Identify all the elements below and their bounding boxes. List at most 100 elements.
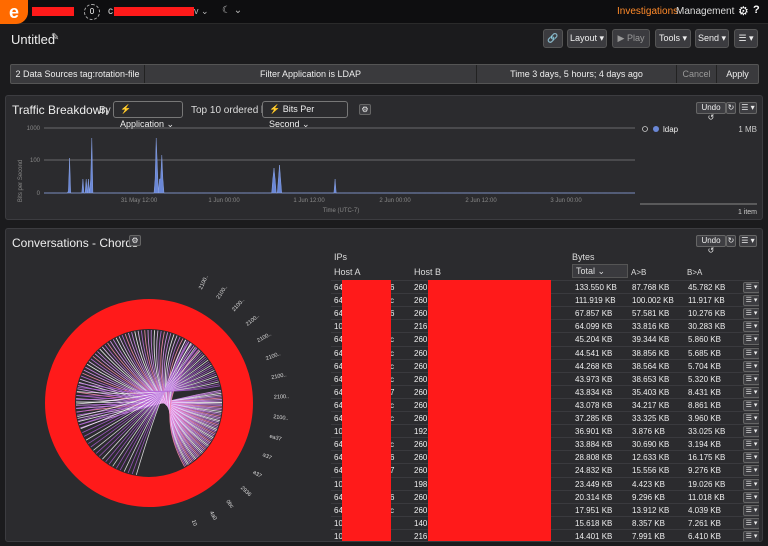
group-by-select[interactable]: ⚡ Application ⌄ [113,101,183,129]
panel-menu-button[interactable]: ☰ ▾ [739,235,757,247]
org-selector-label[interactable]: c [108,6,113,17]
row-menu-button[interactable]: ☰ ▾ [743,478,759,490]
link-button[interactable]: 🔗 [543,29,563,48]
b-to-a-header[interactable]: B>A [687,268,702,277]
chord-node-label[interactable]: 2100.. [265,351,282,362]
a-to-b-cell: 30.690 KB [632,440,670,450]
chord-node-label[interactable]: 2100.. [231,297,246,313]
chord-diagram: 2100..2100..2100..2100..2100..2100..2100… [45,274,290,527]
legend-value: 1 MB [738,125,757,134]
apply-button[interactable]: Apply [717,65,758,83]
order-by-select[interactable]: ⚡ Bits Per Second ⌄ [262,101,348,129]
help-icon[interactable]: ? [753,4,760,16]
widget-settings-gear-icon[interactable]: ⚙ [129,235,141,246]
row-menu-button[interactable]: ☰ ▾ [743,530,759,541]
total-header[interactable]: Total ⌄ [572,264,628,278]
time-filter[interactable]: Time 3 days, 5 hours; 4 days ago [477,65,677,83]
row-menu-button[interactable]: ☰ ▾ [743,439,759,451]
settings-gear-icon[interactable]: ⚙ [738,4,749,18]
total-cell: 43.078 KB [575,400,613,410]
nav-management[interactable]: Management ⌄ [676,6,746,17]
redacted-org-selector [114,7,194,16]
a-to-b-cell: 39.344 KB [632,335,670,345]
row-menu-button[interactable]: ☰ ▾ [743,308,759,320]
row-menu-button[interactable]: ☰ ▾ [743,426,759,438]
chord-node-label[interactable]: 2100.. [216,284,230,300]
total-cell: 23.449 KB [575,479,613,489]
chord-node-label[interactable]: 4a0 [208,510,218,521]
ldap-series-area [44,137,635,194]
b-to-a-cell: 16.175 KB [688,453,726,463]
row-menu-button[interactable]: ☰ ▾ [743,373,759,385]
chord-node-label[interactable]: 0bc [224,499,234,510]
edit-pencil-icon[interactable]: ✎ [51,32,59,43]
chord-node-label[interactable]: 2100.. [198,274,210,291]
a-to-b-cell: 38.856 KB [632,348,670,358]
refresh-icon[interactable]: ↻ [726,102,736,114]
widget-settings-gear-icon[interactable]: ⚙ [359,104,371,115]
host-b-cell: 198 [414,479,428,489]
chord-node-label[interactable]: 2100.. [271,372,288,381]
refresh-icon[interactable]: ↻ [726,235,736,247]
row-menu-button[interactable]: ☰ ▾ [743,413,759,424]
page-title[interactable]: Untitled [11,32,55,47]
chord-node-label[interactable]: 2100.. [256,331,273,344]
legend-label[interactable]: ldap [663,125,679,134]
b-to-a-cell: 19.026 KB [688,479,726,489]
row-menu-button[interactable]: ☰ ▾ [743,360,759,372]
tools-button[interactable]: Tools ▾ [655,29,691,48]
send-button[interactable]: Send ▾ [695,29,729,48]
layout-button[interactable]: Layout ▾ [567,29,607,48]
host-a-header[interactable]: Host A [334,267,361,277]
row-menu-button[interactable]: ☰ ▾ [743,282,759,293]
total-cell: 33.884 KB [575,440,613,450]
panel-menu-button[interactable]: ☰ ▾ [739,102,757,114]
a-to-b-header[interactable]: A>B [631,268,646,277]
app-logo[interactable]: e [0,0,28,24]
row-menu-button[interactable]: ☰ ▾ [743,334,759,346]
a-to-b-cell: 4.423 KB [632,479,665,489]
chord-node-label[interactable]: 2100.. [245,313,261,327]
row-menu-button[interactable]: ☰ ▾ [743,517,759,529]
row-menu-button[interactable]: ☰ ▾ [743,321,759,333]
ips-group-header: IPs [334,252,348,262]
theme-toggle[interactable]: ☾ ⌄ [222,5,242,16]
chord-node-label[interactable]: a37 [261,452,272,461]
legend-checkbox[interactable] [642,126,648,132]
chord-node-label[interactable]: a37 [251,470,262,480]
total-cell: 37.285 KB [575,414,613,423]
cancel-button[interactable]: Cancel [677,65,717,83]
application-filter[interactable]: Filter Application is LDAP [145,65,477,83]
total-cell: 44.541 KB [575,348,613,358]
org-selector-chevron[interactable]: v ⌄ [194,6,209,17]
a-to-b-cell: 34.217 KB [632,400,670,410]
a-to-b-cell: 9.296 KB [632,492,665,502]
row-menu-button[interactable]: ☰ ▾ [743,347,759,359]
chord-node-label[interactable]: 10 [190,519,198,527]
a-to-b-cell: 35.403 KB [632,387,670,397]
row-menu-button[interactable]: ☰ ▾ [743,504,759,516]
row-menu-button[interactable]: ☰ ▾ [743,399,759,411]
chord-node-label[interactable]: 2936 [239,485,252,498]
row-menu-button[interactable]: ☰ ▾ [743,491,759,503]
row-menu-button[interactable]: ☰ ▾ [743,295,759,307]
chord-node-label[interactable]: 2100.. [273,414,289,422]
host-b-header[interactable]: Host B [414,267,441,277]
undo-button[interactable]: Undo ↺ [696,102,726,122]
chord-node-label[interactable]: 2100.. [274,394,290,401]
b-to-a-cell: 3.194 KB [688,440,721,450]
row-menu-button[interactable]: ☰ ▾ [743,452,759,464]
nav-investigations[interactable]: Investigations [617,6,678,17]
b-to-a-cell: 4.039 KB [688,505,721,515]
data-sources-filter[interactable]: 2 Data Sources tag:rotation-file [11,65,145,83]
row-menu-button[interactable]: ☰ ▾ [743,386,759,398]
top-ordered-label: Top 10 ordered by [191,105,272,116]
total-cell: 67.857 KB [575,309,613,319]
dashboard-menu-button[interactable]: ☰ ▾ [734,29,758,48]
undo-button[interactable]: Undo ↺ [696,235,726,255]
notification-count-badge[interactable]: 0 [84,4,100,20]
play-button[interactable]: ▶ Play [612,29,650,48]
row-menu-button[interactable]: ☰ ▾ [743,465,759,477]
x-tick-label: 31 May 12:00 [121,198,158,204]
chord-node-label[interactable]: ea37 [269,434,282,443]
